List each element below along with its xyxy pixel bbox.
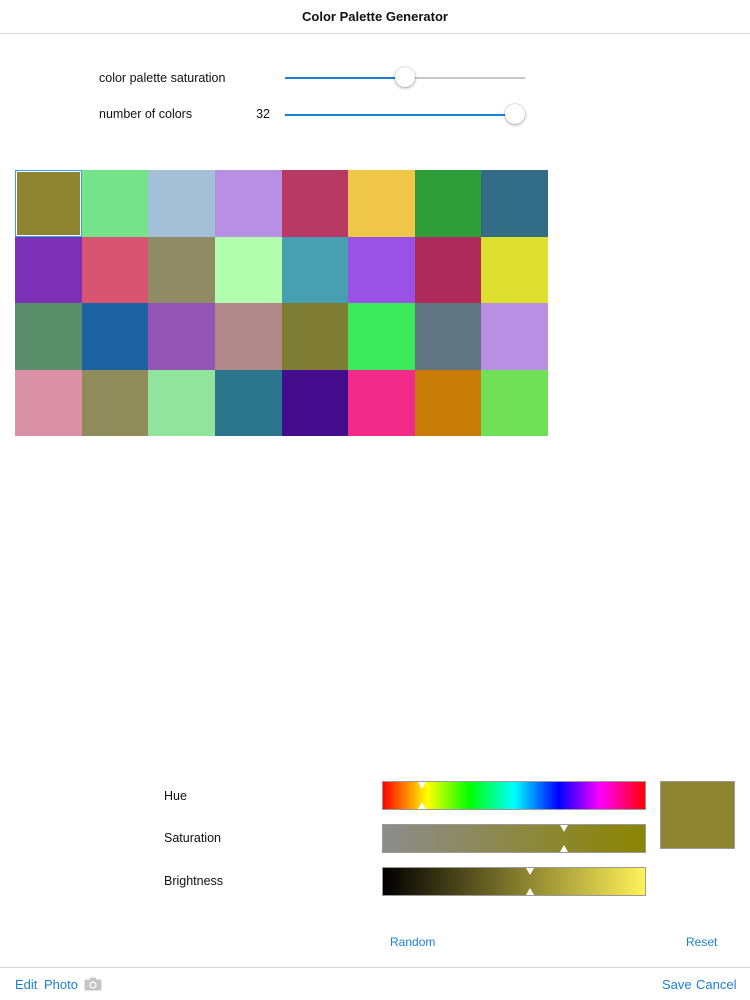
saturation-marker[interactable] <box>559 825 568 832</box>
palette-swatch[interactable] <box>348 369 415 436</box>
palette-swatch[interactable] <box>281 369 349 436</box>
brightness-marker[interactable] <box>525 868 534 875</box>
hue-bar[interactable] <box>382 781 646 810</box>
brightness-marker[interactable] <box>525 888 534 895</box>
saturation-marker[interactable] <box>559 845 568 852</box>
palette-swatch[interactable] <box>481 369 548 436</box>
palette-swatch[interactable] <box>15 303 82 370</box>
color-preview-swatch <box>660 781 735 849</box>
palette-swatch[interactable] <box>15 236 82 303</box>
window-title: Color Palette Generator <box>302 9 448 24</box>
palette-swatch[interactable] <box>81 303 149 370</box>
palette-swatch[interactable] <box>81 236 149 303</box>
palette-swatch[interactable] <box>348 303 415 370</box>
hue-marker[interactable] <box>418 802 427 809</box>
slider-thumb[interactable] <box>395 67 415 87</box>
brightness-label: Brightness <box>164 874 224 888</box>
palette-swatch[interactable] <box>148 303 215 370</box>
palette-swatch[interactable] <box>214 170 282 237</box>
random-button[interactable]: Random <box>390 935 435 949</box>
app-window: Color Palette Generator color palette sa… <box>0 0 750 1000</box>
palette-swatch[interactable] <box>15 369 82 436</box>
palette-swatch[interactable] <box>15 170 82 237</box>
number-of-colors-value: 32 <box>256 107 270 121</box>
palette-swatch[interactable] <box>281 236 349 303</box>
number-of-colors-label: number of colors <box>99 107 193 121</box>
bottom-toolbar: Edit Photo Save Cancel <box>0 967 750 1000</box>
reset-button[interactable]: Reset <box>686 935 717 949</box>
hue-label: Hue <box>164 789 187 803</box>
palette-saturation-slider[interactable] <box>285 67 525 87</box>
palette-swatch[interactable] <box>481 236 548 303</box>
brightness-bar[interactable] <box>382 867 646 896</box>
palette-swatch[interactable] <box>414 369 482 436</box>
palette-swatch[interactable] <box>348 236 415 303</box>
palette-swatch[interactable] <box>214 236 282 303</box>
slider-thumb[interactable] <box>505 104 525 124</box>
saturation-editor-label: Saturation <box>164 831 221 845</box>
palette-swatch[interactable] <box>414 170 482 237</box>
palette-swatch[interactable] <box>281 303 349 370</box>
palette-swatch[interactable] <box>81 369 149 436</box>
palette-swatch[interactable] <box>414 303 482 370</box>
palette-swatch[interactable] <box>148 369 215 436</box>
palette-swatch[interactable] <box>148 236 215 303</box>
edit-button[interactable]: Edit <box>15 977 37 992</box>
save-button[interactable]: Save <box>662 977 692 992</box>
hue-marker[interactable] <box>418 782 427 789</box>
camera-icon[interactable] <box>84 977 102 991</box>
palette-swatch[interactable] <box>214 303 282 370</box>
photo-button[interactable]: Photo <box>44 977 78 992</box>
palette-swatch[interactable] <box>348 170 415 237</box>
palette-swatch[interactable] <box>414 236 482 303</box>
palette-grid <box>15 170 548 436</box>
saturation-label: color palette saturation <box>99 71 226 85</box>
cancel-button[interactable]: Cancel <box>696 977 736 992</box>
palette-swatch[interactable] <box>214 369 282 436</box>
saturation-bar[interactable] <box>382 824 646 853</box>
palette-swatch[interactable] <box>481 303 548 370</box>
palette-swatch[interactable] <box>81 170 149 237</box>
palette-swatch[interactable] <box>148 170 215 237</box>
slider-fill <box>285 77 405 79</box>
slider-fill <box>285 114 515 116</box>
palette-swatch[interactable] <box>281 170 349 237</box>
number-of-colors-slider[interactable] <box>285 104 525 124</box>
palette-swatch[interactable] <box>481 170 548 237</box>
title-bar: Color Palette Generator <box>0 0 750 34</box>
